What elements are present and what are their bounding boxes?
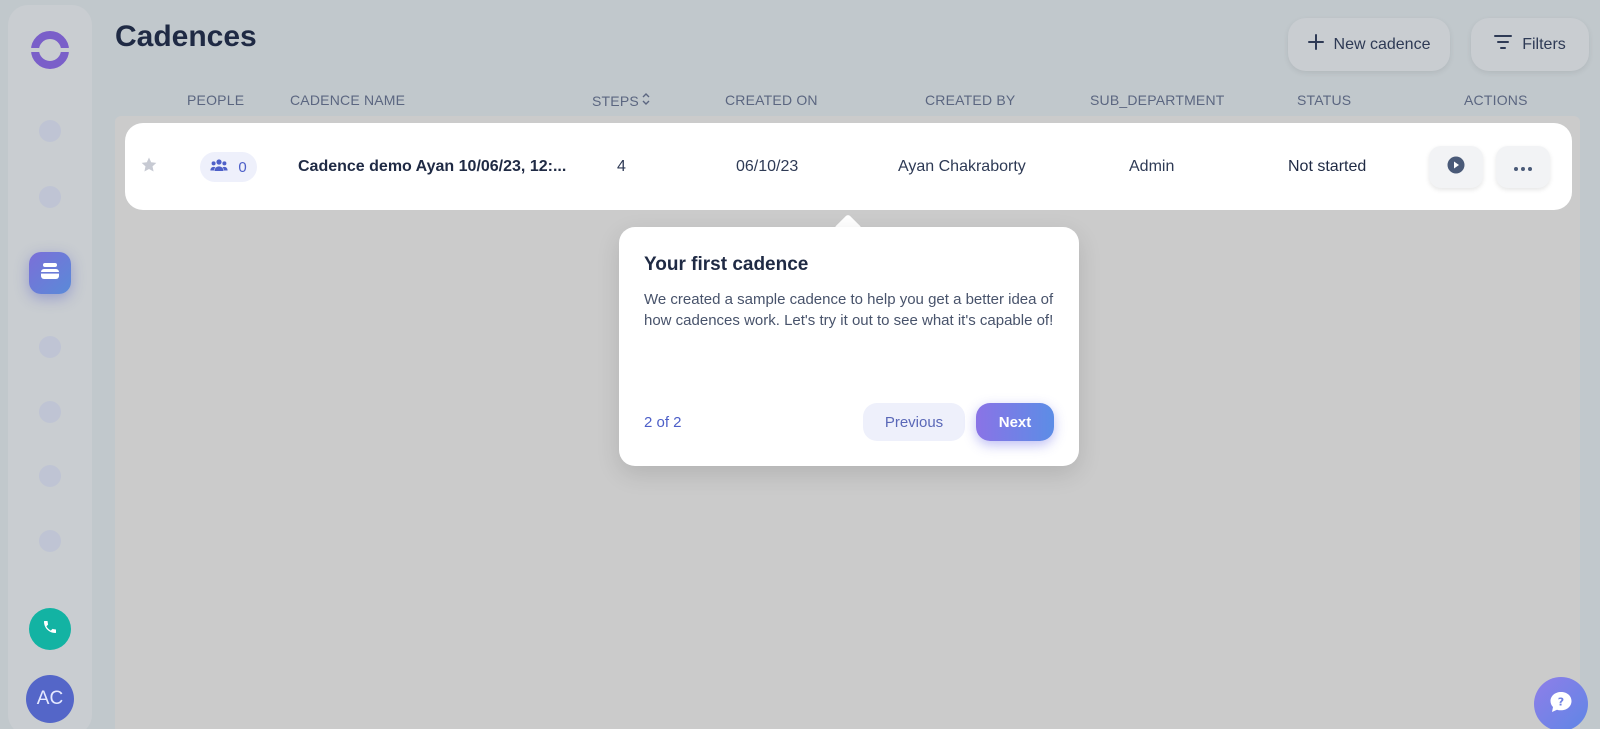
column-header-cadence-name: CADENCE NAME <box>290 92 406 108</box>
new-cadence-button[interactable]: New cadence <box>1288 18 1450 71</box>
help-chat-button[interactable]: ? <box>1534 677 1588 729</box>
popover-title: Your first cadence <box>644 254 809 275</box>
page-title: Cadences <box>115 20 257 53</box>
sidebar-item-5[interactable] <box>39 401 61 423</box>
inbox-icon <box>40 262 60 285</box>
start-cadence-button[interactable] <box>1429 146 1483 188</box>
star-icon[interactable] <box>140 156 158 179</box>
sidebar-item-6[interactable] <box>39 465 61 487</box>
column-header-created-by: CREATED BY <box>925 92 1016 108</box>
sub-department-cell: Admin <box>1129 158 1175 175</box>
next-button[interactable]: Next <box>976 403 1054 441</box>
call-button[interactable] <box>29 608 71 650</box>
sidebar-item-1[interactable] <box>39 120 61 142</box>
column-header-created-on: CREATED ON <box>725 92 818 108</box>
steps-cell: 4 <box>617 158 626 175</box>
new-cadence-label: New cadence <box>1333 35 1431 53</box>
steps-header-label: STEPS <box>592 92 639 109</box>
filters-button[interactable]: Filters <box>1471 18 1589 71</box>
status-cell: Not started <box>1288 158 1367 175</box>
sidebar: AC <box>8 5 92 729</box>
chat-help-icon: ? <box>1549 691 1573 718</box>
sidebar-item-2[interactable] <box>39 186 61 208</box>
more-icon <box>1514 158 1532 176</box>
column-header-sub-department: SUB_DEPARTMENT <box>1090 92 1225 108</box>
sort-icon <box>642 92 650 109</box>
people-count: 0 <box>238 158 247 176</box>
previous-button[interactable]: Previous <box>863 403 965 441</box>
logo-icon[interactable] <box>29 29 71 71</box>
column-header-status: STATUS <box>1297 92 1352 108</box>
phone-icon <box>42 619 58 640</box>
sidebar-item-4[interactable] <box>39 336 61 358</box>
column-header-steps[interactable]: STEPS <box>592 92 650 109</box>
people-count-badge[interactable]: 0 <box>200 152 257 182</box>
popover-step-counter: 2 of 2 <box>644 414 682 431</box>
created-on-cell: 06/10/23 <box>736 158 799 175</box>
avatar[interactable]: AC <box>26 675 74 723</box>
filter-icon <box>1494 35 1513 54</box>
svg-text:?: ? <box>1558 695 1564 708</box>
play-icon <box>1447 156 1465 179</box>
avatar-initials: AC <box>36 688 64 709</box>
plus-icon <box>1307 34 1324 55</box>
popover-body: We created a sample cadence to help you … <box>644 291 1054 329</box>
sidebar-item-7[interactable] <box>39 530 61 552</box>
more-actions-button[interactable] <box>1496 146 1550 188</box>
onboarding-popover: Your first cadence We created a sample c… <box>619 227 1079 466</box>
column-header-actions: ACTIONS <box>1464 92 1528 108</box>
column-header-people: PEOPLE <box>187 92 245 108</box>
filters-label: Filters <box>1522 35 1566 53</box>
cadence-name-link[interactable]: Cadence demo Ayan 10/06/23, 12:... <box>298 158 566 176</box>
people-icon <box>210 158 228 176</box>
created-by-cell: Ayan Chakraborty <box>898 158 1026 175</box>
sidebar-item-cadences[interactable] <box>29 252 71 294</box>
